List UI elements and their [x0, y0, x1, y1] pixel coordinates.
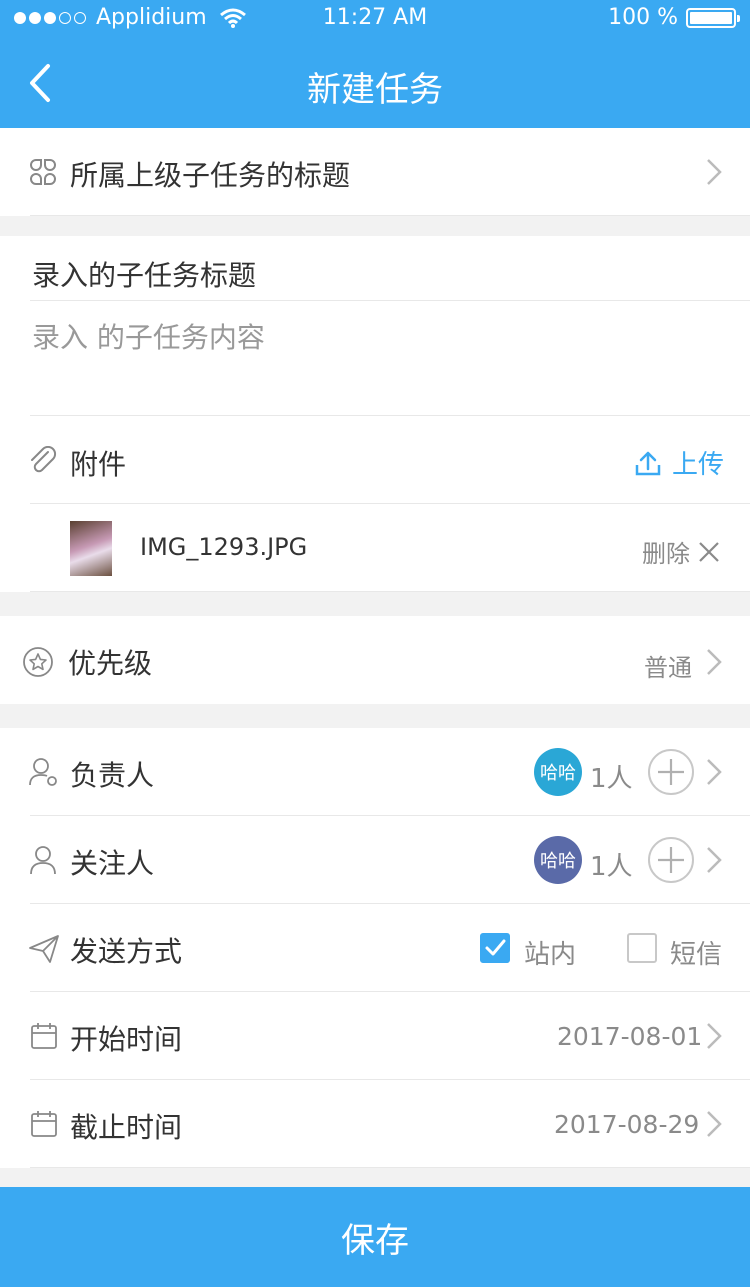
- file-thumbnail[interactable]: [70, 521, 112, 576]
- divider: [30, 215, 750, 216]
- chevron-right-icon: [707, 1023, 722, 1049]
- chevron-right-icon: [707, 847, 722, 873]
- save-button[interactable]: 保存: [0, 1187, 750, 1287]
- end-time-row[interactable]: 截止时间 2017-08-29: [0, 1080, 750, 1168]
- grid-icon: [30, 159, 56, 185]
- subtask-title-field[interactable]: 录入的子任务标题: [32, 254, 256, 294]
- close-icon: [699, 541, 719, 562]
- end-time-value: 2017-08-29: [554, 1110, 700, 1139]
- start-time-row[interactable]: 开始时间 2017-08-01: [0, 992, 750, 1080]
- chevron-right-icon: [707, 759, 722, 785]
- start-time-label: 开始时间: [70, 1023, 183, 1056]
- attachment-label: 附件: [70, 448, 127, 481]
- chevron-right-icon: [707, 649, 722, 675]
- user-gear-icon: [29, 758, 57, 786]
- assignee-count: 1人: [590, 764, 633, 794]
- send-method-label: 发送方式: [70, 935, 183, 968]
- paper-plane-icon: [29, 935, 59, 963]
- site-option-label: 站内: [524, 940, 577, 970]
- attachment-file-row: [0, 504, 750, 592]
- upload-button[interactable]: 上传: [634, 444, 724, 481]
- assignee-label: 负责人: [70, 759, 155, 792]
- delete-label: 删除: [642, 540, 690, 568]
- priority-row[interactable]: 优先级 普通: [0, 616, 750, 704]
- follower-label: 关注人: [70, 847, 155, 880]
- paperclip-icon: [31, 446, 57, 473]
- parent-task-row[interactable]: 所属上级子任务的标题: [0, 128, 750, 216]
- subtask-block: 录入的子任务标题 录入 的子任务内容: [0, 236, 750, 416]
- file-name: IMG_1293.JPG: [140, 533, 308, 561]
- divider: [30, 300, 750, 301]
- calendar-icon: [31, 1111, 57, 1137]
- subtask-content-field[interactable]: 录入 的子任务内容: [32, 316, 265, 356]
- page-title: 新建任务: [307, 70, 443, 110]
- add-follower-button[interactable]: [648, 837, 694, 883]
- end-time-label: 截止时间: [70, 1111, 183, 1144]
- calendar-icon: [31, 1023, 57, 1049]
- upload-label: 上传: [672, 450, 725, 480]
- save-label: 保存: [341, 1220, 409, 1261]
- status-bar: Applidium 11:27 AM 100 %: [0, 0, 750, 38]
- divider: [30, 591, 750, 592]
- upload-icon: [635, 451, 661, 475]
- avatar-text: 哈哈: [540, 851, 576, 872]
- assignee-row: 负责人 哈哈 1人: [0, 728, 750, 816]
- follower-count: 1人: [590, 852, 633, 882]
- priority-value: 普通: [644, 654, 692, 682]
- avatar-text: 哈哈: [540, 763, 576, 784]
- avatar[interactable]: 哈哈: [534, 836, 582, 884]
- sms-option-label: 短信: [670, 940, 723, 970]
- star-circle-icon: [23, 647, 53, 677]
- site-checkbox[interactable]: [480, 933, 510, 963]
- avatar[interactable]: 哈哈: [534, 748, 582, 796]
- checkmark-icon: [485, 939, 506, 956]
- divider: [30, 1167, 750, 1168]
- start-time-value: 2017-08-01: [557, 1022, 703, 1051]
- sms-checkbox[interactable]: [627, 933, 657, 963]
- battery-percent: 100 %: [608, 5, 678, 30]
- chevron-right-icon: [707, 159, 722, 185]
- add-assignee-button[interactable]: [648, 749, 694, 795]
- send-method-row: 发送方式 站内 短信: [0, 904, 750, 992]
- status-right: 100 %: [608, 5, 740, 30]
- chevron-right-icon: [707, 1111, 722, 1137]
- battery-icon: [686, 7, 740, 28]
- attachment-header-row: 附件 上传: [0, 416, 750, 504]
- user-icon: [30, 846, 56, 875]
- priority-label: 优先级: [68, 647, 153, 680]
- follower-row: 关注人 哈哈 1人: [0, 816, 750, 904]
- nav-bar: 新建任务: [0, 38, 750, 128]
- delete-file-button[interactable]: 删除: [642, 534, 720, 569]
- parent-task-label: 所属上级子任务的标题: [70, 159, 351, 192]
